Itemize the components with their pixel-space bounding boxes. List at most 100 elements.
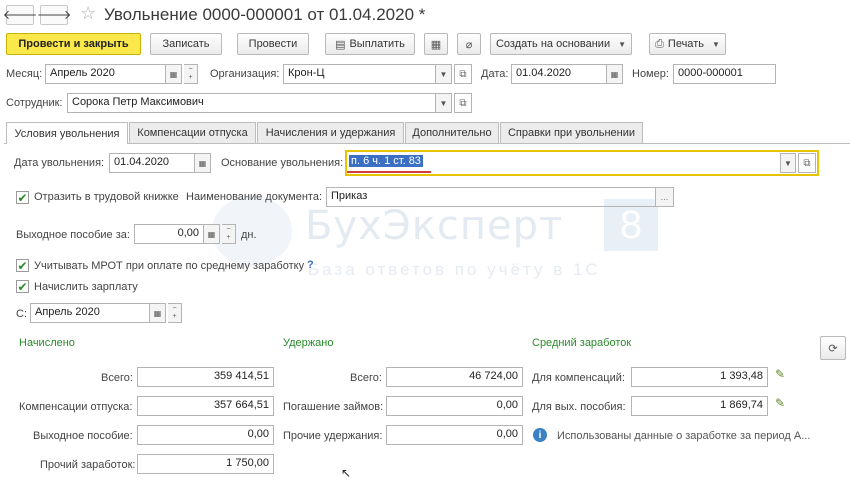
accrued-total-label: Всего: bbox=[101, 372, 133, 384]
chevron-down-icon[interactable]: ▼ bbox=[436, 64, 452, 84]
from-month-stepper[interactable]: − + bbox=[168, 303, 182, 323]
tab-vacation-compensation[interactable]: Компенсации отпуска bbox=[129, 122, 256, 143]
favorite-star-icon[interactable]: ☆ bbox=[80, 3, 96, 24]
forward-button[interactable]: 🡒 bbox=[37, 5, 71, 25]
number-field[interactable]: 0000-000001 bbox=[673, 64, 776, 84]
other-earnings-field[interactable]: 1 750,00 bbox=[137, 454, 274, 474]
calendar-icon[interactable]: ▦ bbox=[150, 303, 166, 323]
chevron-down-icon[interactable]: ▼ bbox=[780, 153, 796, 173]
calendar-icon[interactable]: ▦ bbox=[607, 64, 623, 84]
pay-icon: ▤ bbox=[335, 38, 346, 51]
tab-accruals-deductions[interactable]: Начисления и удержания bbox=[257, 122, 404, 143]
other-deductions-label: Прочие удержания: bbox=[283, 430, 383, 442]
severance-stepper[interactable]: − + bbox=[222, 224, 236, 244]
tab-divider bbox=[4, 143, 850, 144]
month-label: Месяц: bbox=[6, 68, 43, 80]
paperclip-icon: ⌀ bbox=[465, 38, 473, 51]
arrow-left-icon: 🡐 bbox=[2, 7, 38, 22]
accrue-salary-checkbox[interactable]: ✔ bbox=[16, 280, 29, 293]
open-link-icon[interactable]: ⧉ bbox=[454, 93, 472, 113]
tab-dismissal-conditions[interactable]: Условия увольнения bbox=[6, 122, 128, 144]
loans-field[interactable]: 0,00 bbox=[386, 396, 523, 416]
list-icon: ▦ bbox=[430, 38, 442, 51]
create-based-button[interactable]: Создать на основании ▼ bbox=[490, 33, 632, 55]
refresh-icon: ⟳ bbox=[828, 342, 838, 355]
refresh-button[interactable]: ⟳ bbox=[820, 336, 846, 360]
tab-additional[interactable]: Дополнительно bbox=[405, 122, 499, 143]
pencil-icon[interactable]: ✎ bbox=[775, 396, 785, 410]
save-button[interactable]: Записать bbox=[150, 33, 222, 55]
info-text[interactable]: Использованы данные о заработке за перио… bbox=[557, 430, 810, 442]
employee-label: Сотрудник: bbox=[6, 97, 63, 109]
red-underline bbox=[347, 171, 431, 173]
printer-icon: ⎙ bbox=[655, 37, 664, 50]
avg-severance-label: Для вых. пособия: bbox=[532, 401, 626, 413]
open-link-icon[interactable]: ⧉ bbox=[454, 64, 472, 84]
avg-comp-label: Для компенсаций: bbox=[532, 372, 625, 384]
chevron-down-icon[interactable]: ▼ bbox=[436, 93, 452, 113]
withheld-total-field[interactable]: 46 724,00 bbox=[386, 367, 523, 387]
month-stepper[interactable]: − + bbox=[184, 64, 198, 84]
accrued-total-field[interactable]: 359 414,51 bbox=[137, 367, 274, 387]
date-label: Дата: bbox=[481, 68, 509, 80]
dismissal-date-field[interactable]: 01.04.2020 bbox=[109, 153, 195, 173]
calendar-icon[interactable]: ▦ bbox=[195, 153, 211, 173]
accrued-severance-field[interactable]: 0,00 bbox=[137, 425, 274, 445]
doc-name-label: Наименование документа: bbox=[186, 191, 323, 203]
back-button[interactable]: 🡐 bbox=[3, 5, 37, 25]
attach-button[interactable]: ⌀ bbox=[457, 33, 481, 55]
avg-severance-field[interactable]: 1 869,74 bbox=[631, 396, 768, 416]
dismissal-date-label: Дата увольнения: bbox=[14, 157, 105, 169]
open-link-icon[interactable]: ⧉ bbox=[798, 153, 816, 173]
organization-field[interactable]: Крон-Ц bbox=[283, 64, 436, 84]
print-label: Печать bbox=[667, 38, 704, 50]
organization-label: Организация: bbox=[210, 68, 280, 80]
page-title: Увольнение 0000-000001 от 01.04.2020 * bbox=[104, 5, 426, 24]
vacation-comp-label: Компенсации отпуска: bbox=[19, 401, 133, 413]
accrued-severance-label: Выходное пособие: bbox=[33, 430, 133, 442]
report-button[interactable]: ▦ bbox=[424, 33, 448, 55]
from-month-field[interactable]: Апрель 2020 bbox=[30, 303, 150, 323]
select-button[interactable]: … bbox=[656, 187, 674, 207]
loans-label: Погашение займов: bbox=[283, 401, 384, 413]
calculator-icon[interactable]: ▦ bbox=[204, 224, 220, 244]
month-field[interactable]: Апрель 2020 bbox=[45, 64, 166, 84]
help-icon[interactable]: ? bbox=[307, 259, 314, 271]
average-title: Средний заработок bbox=[532, 337, 632, 349]
date-field[interactable]: 01.04.2020 bbox=[511, 64, 607, 84]
other-deductions-field[interactable]: 0,00 bbox=[386, 425, 523, 445]
caret-down-icon: ▼ bbox=[618, 39, 627, 49]
doc-name-field[interactable]: Приказ bbox=[326, 187, 656, 207]
accrued-title: Начислено bbox=[19, 337, 75, 349]
from-label: С: bbox=[16, 308, 27, 320]
watermark-tagline: База ответов по учёту в 1С bbox=[308, 260, 601, 279]
vacation-comp-field[interactable]: 357 664,51 bbox=[137, 396, 274, 416]
mrot-label: Учитывать МРОТ при оплате по среднему за… bbox=[34, 260, 305, 272]
other-earnings-label: Прочий заработок: bbox=[40, 459, 136, 471]
record-book-label: Отразить в трудовой книжке bbox=[34, 191, 179, 203]
severance-label: Выходное пособие за: bbox=[16, 229, 130, 241]
calendar-icon[interactable]: ▦ bbox=[166, 64, 182, 84]
severance-unit: дн. bbox=[241, 229, 257, 241]
arrow-right-icon: 🡒 bbox=[36, 7, 72, 22]
tab-dismissal-certificates[interactable]: Справки при увольнении bbox=[500, 122, 643, 143]
accrue-salary-label: Начислить зарплату bbox=[34, 281, 138, 293]
employee-field[interactable]: Сорока Петр Максимович bbox=[67, 93, 436, 113]
pencil-icon[interactable]: ✎ bbox=[775, 367, 785, 381]
withheld-total-label: Всего: bbox=[350, 372, 382, 384]
post-and-close-button[interactable]: Провести и закрыть bbox=[6, 33, 141, 55]
number-label: Номер: bbox=[632, 68, 669, 80]
caret-down-icon: ▼ bbox=[711, 39, 720, 49]
post-button[interactable]: Провести bbox=[237, 33, 309, 55]
watermark-brand: БухЭксперт bbox=[305, 203, 564, 249]
severance-days-field[interactable]: 0,00 bbox=[134, 224, 204, 244]
basis-label: Основание увольнения: bbox=[221, 157, 344, 169]
record-book-checkbox[interactable]: ✔ bbox=[16, 191, 29, 204]
pay-button[interactable]: ▤ Выплатить bbox=[325, 33, 415, 55]
mrot-checkbox[interactable]: ✔ bbox=[16, 259, 29, 272]
avg-comp-field[interactable]: 1 393,48 bbox=[631, 367, 768, 387]
create-based-label: Создать на основании bbox=[495, 38, 611, 50]
basis-field[interactable]: п. 6 ч. 1 ст. 83 bbox=[349, 155, 423, 167]
pay-label: Выплатить bbox=[349, 38, 405, 50]
print-button[interactable]: ⎙ Печать ▼ bbox=[649, 33, 726, 55]
